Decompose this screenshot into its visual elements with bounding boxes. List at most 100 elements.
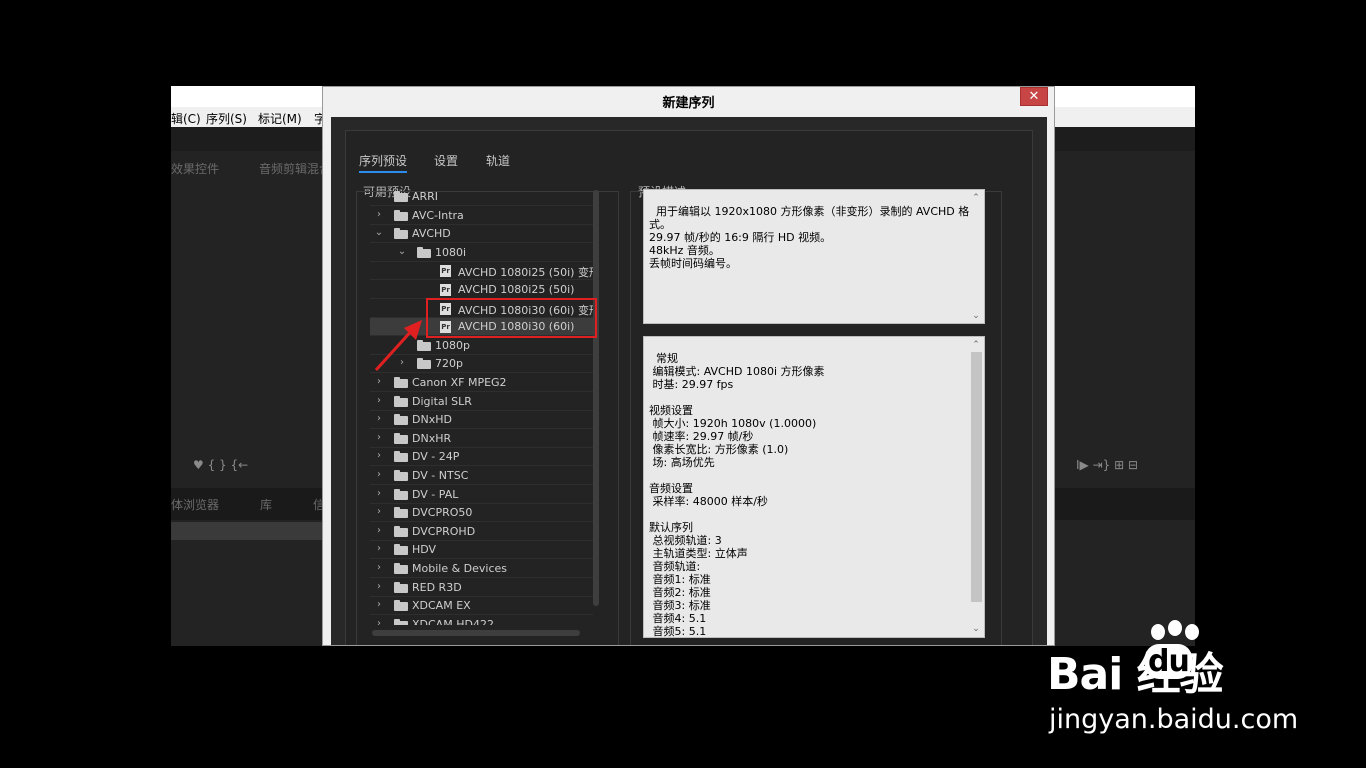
chevron-right-icon[interactable]: › — [374, 395, 384, 406]
menu-edit[interactable]: 辑(C) — [171, 110, 201, 127]
folder-icon — [394, 526, 408, 537]
tree-folder-row[interactable]: › AVC-Intra — [370, 207, 593, 225]
tab-tracks[interactable]: 轨道 — [486, 152, 510, 169]
folder-icon — [394, 433, 408, 444]
tree-folder-row[interactable]: › DNxHR — [370, 430, 593, 448]
tree-preset-row[interactable]: Pr AVCHD 1080i25 (50i) — [370, 281, 593, 299]
chevron-right-icon[interactable]: › — [374, 506, 384, 517]
folder-icon — [394, 470, 408, 481]
details-scrollbar[interactable]: ⌃ ⌄ — [969, 337, 983, 637]
folder-icon — [394, 191, 408, 202]
transport-controls-right[interactable]: I▶ ⇥} ⊞ ⊟ — [1076, 458, 1138, 472]
tree-folder-row[interactable]: › DV - PAL — [370, 486, 593, 504]
chevron-right-icon[interactable]: › — [374, 618, 384, 625]
tree-folder-row[interactable]: › DVCPROHD — [370, 523, 593, 541]
chevron-down-icon[interactable]: ⌄ — [374, 227, 384, 238]
tree-folder-row[interactable]: › Digital SLR — [370, 393, 593, 411]
tree-folder-row[interactable]: › Mobile & Devices — [370, 560, 593, 578]
menu-sequence[interactable]: 序列(S) — [206, 110, 247, 127]
annotation-arrow-icon — [374, 320, 422, 372]
folder-icon — [394, 377, 408, 388]
watermark-url: jingyan.baidu.com — [1049, 704, 1299, 735]
description-scrollbar[interactable]: ⌃ ⌄ — [969, 190, 983, 323]
chevron-right-icon[interactable]: › — [374, 190, 384, 201]
tree-folder-row[interactable]: › ARRI — [370, 188, 593, 206]
tree-horizontal-scrollbar[interactable] — [372, 630, 580, 636]
tree-folder-row[interactable]: › HDV — [370, 541, 593, 559]
close-button[interactable]: ✕ — [1020, 87, 1048, 106]
tab-sequence-presets[interactable]: 序列预设 — [359, 152, 408, 173]
chevron-right-icon[interactable]: › — [374, 413, 384, 424]
tree-folder-row[interactable]: › DNxHD — [370, 411, 593, 429]
folder-icon — [394, 582, 408, 593]
annotation-highlight-box — [426, 298, 597, 338]
tree-item-label: DV - NTSC — [412, 469, 469, 482]
preset-details-text: 常规 编辑模式: AVCHD 1080i 方形像素 时基: 29.97 fps … — [643, 336, 985, 638]
tree-item-label: DV - 24P — [412, 450, 460, 463]
tree-folder-row[interactable]: ⌄ 1080i — [370, 244, 593, 262]
folder-icon — [394, 489, 408, 500]
panel-media-browser[interactable]: 体浏览器 — [171, 496, 219, 513]
tree-folder-row[interactable]: › DVCPRO50 — [370, 504, 593, 522]
menu-marker[interactable]: 标记(M) — [258, 110, 302, 127]
tree-scrollbar[interactable] — [593, 190, 599, 606]
folder-icon — [394, 544, 408, 555]
tree-folder-row[interactable]: › DV - 24P — [370, 448, 593, 466]
chevron-right-icon[interactable]: › — [374, 581, 384, 592]
tree-folder-row[interactable]: › XDCAM HD422 — [370, 616, 593, 625]
chevron-right-icon[interactable]: › — [374, 525, 384, 536]
tree-item-label: RED R3D — [412, 581, 462, 594]
lower-selected-row — [171, 522, 331, 540]
description-text: 用于编辑以 1920x1080 方形像素（非变形）录制的 AVCHD 格 式。 … — [649, 205, 970, 270]
tree-item-label: XDCAM HD422 — [412, 618, 494, 625]
panel-effect-controls[interactable]: 效果控件 — [171, 160, 219, 177]
chevron-right-icon[interactable]: › — [374, 562, 384, 573]
premiere-preset-icon: Pr — [440, 284, 451, 296]
premiere-preset-icon: Pr — [440, 265, 451, 277]
tree-folder-row[interactable]: › XDCAM EX — [370, 597, 593, 615]
scroll-up-icon[interactable]: ⌃ — [969, 338, 983, 352]
chevron-right-icon[interactable]: › — [374, 469, 384, 480]
scroll-up-icon[interactable]: ⌃ — [969, 191, 983, 205]
dialog-title: 新建序列 — [662, 96, 715, 111]
tree-folder-row[interactable]: › RED R3D — [370, 579, 593, 597]
watermark-logo-du: du — [1145, 644, 1192, 679]
chevron-right-icon[interactable]: › — [374, 450, 384, 461]
panel-libraries[interactable]: 库 — [260, 496, 272, 513]
tree-item-label: 720p — [435, 357, 463, 370]
preset-description-text: 用于编辑以 1920x1080 方形像素（非变形）录制的 AVCHD 格 式。 … — [643, 189, 985, 324]
tree-item-label: DVCPRO50 — [412, 506, 473, 519]
tree-item-label: ARRI — [412, 190, 439, 203]
tree-folder-row[interactable]: › DV - NTSC — [370, 467, 593, 485]
scroll-thumb[interactable] — [971, 352, 982, 602]
details-text: 常规 编辑模式: AVCHD 1080i 方形像素 时基: 29.97 fps … — [649, 352, 825, 638]
tree-item-label: XDCAM EX — [412, 599, 471, 612]
watermark-logo: Bai 经验 du — [1047, 638, 1224, 702]
chevron-right-icon[interactable]: › — [374, 488, 384, 499]
watermark-logo-text: Bai 经验 — [1047, 649, 1224, 700]
tree-folder-row[interactable]: ⌄ AVCHD — [370, 225, 593, 243]
scroll-down-icon[interactable]: ⌄ — [969, 622, 983, 636]
chevron-right-icon[interactable]: › — [374, 432, 384, 443]
folder-icon — [394, 210, 408, 221]
tree-preset-row[interactable]: Pr AVCHD 1080i25 (50i) 变形 — [370, 262, 593, 280]
transport-controls-left[interactable]: ♥ { } {← — [193, 458, 248, 472]
tree-item-label: DV - PAL — [412, 488, 459, 501]
chevron-right-icon[interactable]: › — [374, 543, 384, 554]
tree-item-label: AVC-Intra — [412, 209, 464, 222]
tab-settings[interactable]: 设置 — [434, 152, 458, 169]
chevron-right-icon[interactable]: › — [374, 599, 384, 610]
tree-item-label: DNxHD — [412, 413, 452, 426]
paw-icon — [1168, 620, 1182, 636]
scroll-down-icon[interactable]: ⌄ — [969, 309, 983, 323]
chevron-down-icon[interactable]: ⌄ — [397, 246, 407, 257]
chevron-right-icon[interactable]: › — [374, 209, 384, 220]
presets-tree[interactable]: › ARRI › AVC-Intra ⌄ AVCHD ⌄ 1080i Pr AVCHD 1080i… — [370, 188, 593, 625]
panel-audio-mixer[interactable]: 音频剪辑混合 — [259, 160, 331, 177]
folder-icon — [394, 600, 408, 611]
tree-item-label: Mobile & Devices — [412, 562, 508, 575]
folder-icon — [394, 396, 408, 407]
tree-item-label: AVCHD — [412, 227, 451, 240]
folder-icon — [394, 619, 408, 625]
folder-icon — [394, 451, 408, 462]
